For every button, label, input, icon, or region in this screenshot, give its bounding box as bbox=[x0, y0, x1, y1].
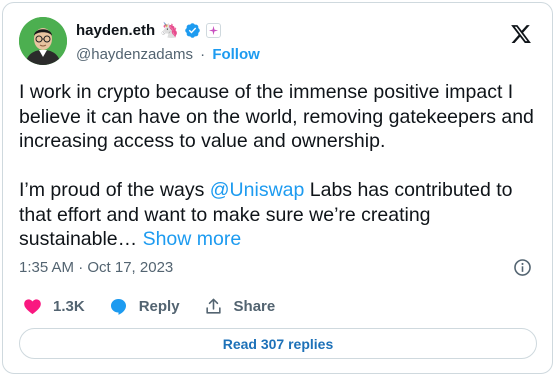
x-logo-icon[interactable] bbox=[510, 23, 532, 45]
mention-link[interactable]: @Uniswap bbox=[210, 179, 305, 201]
verified-badge-icon bbox=[185, 23, 200, 38]
follow-button[interactable]: Follow bbox=[212, 46, 260, 63]
show-more-link[interactable]: Show more bbox=[143, 228, 242, 250]
author-name-row: hayden.eth 🦄 bbox=[76, 22, 221, 39]
tweet-timestamp[interactable]: 1:35 AM · Oct 17, 2023 bbox=[19, 259, 173, 276]
avatar[interactable] bbox=[19, 17, 67, 65]
author-handle[interactable]: @haydenzadams bbox=[76, 46, 193, 63]
author-handle-row: @haydenzadams · Follow bbox=[76, 46, 260, 63]
action-bar: 1.3K Reply Share bbox=[23, 297, 299, 316]
tweet-card: hayden.eth 🦄 @haydenzadams · Follow I wo… bbox=[2, 2, 553, 374]
unicorn-icon: 🦄 bbox=[160, 22, 179, 39]
info-icon[interactable] bbox=[513, 258, 532, 277]
share-icon bbox=[205, 298, 221, 314]
separator-dot: · bbox=[200, 46, 206, 63]
share-button[interactable]: Share bbox=[204, 297, 276, 316]
tweet-text: I work in crypto because of the immense … bbox=[19, 80, 541, 252]
tweet-paragraph-1: I work in crypto because of the immense … bbox=[19, 81, 534, 152]
share-label: Share bbox=[233, 298, 276, 315]
reply-bubble-icon bbox=[110, 298, 126, 315]
tweet-p2-before: I’m proud of the ways bbox=[19, 179, 210, 201]
heart-icon bbox=[24, 299, 41, 315]
like-count: 1.3K bbox=[53, 298, 85, 315]
reply-label: Reply bbox=[138, 298, 180, 315]
spark-badge-icon bbox=[205, 23, 221, 38]
author-name[interactable]: hayden.eth bbox=[76, 22, 155, 39]
read-replies-button[interactable]: Read 307 replies bbox=[19, 328, 537, 359]
reply-button[interactable]: Reply bbox=[109, 297, 180, 316]
like-button[interactable]: 1.3K bbox=[23, 297, 85, 316]
